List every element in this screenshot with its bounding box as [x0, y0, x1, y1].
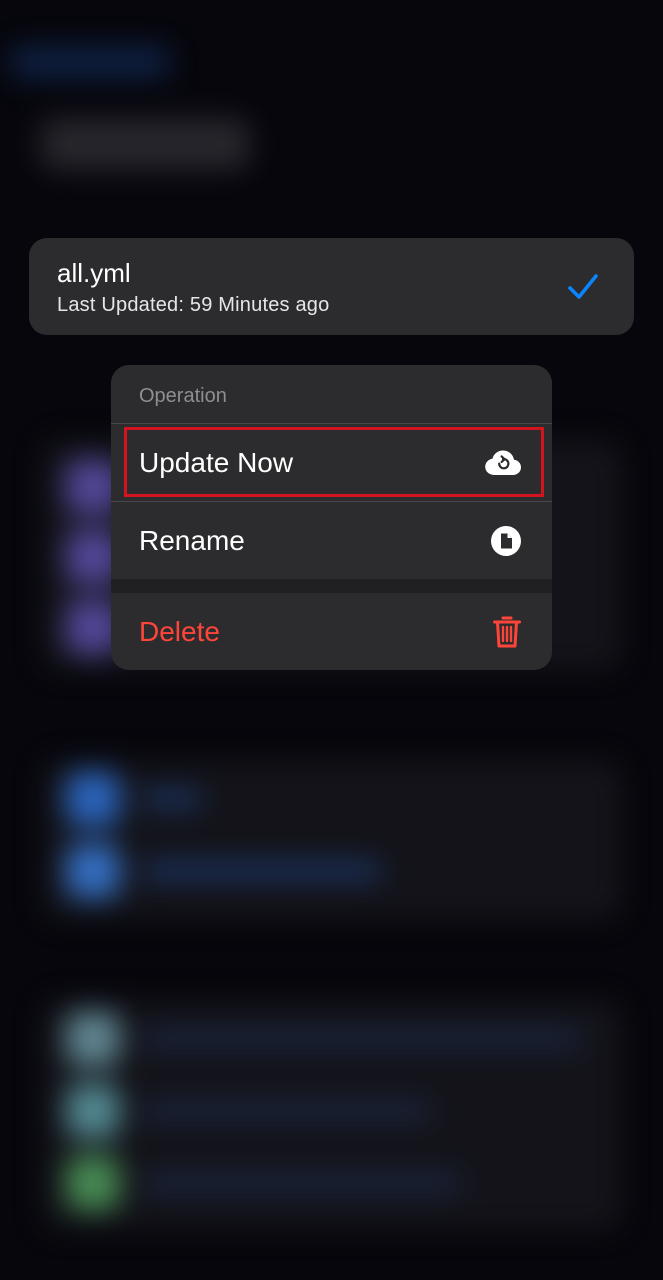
delete-menu-item[interactable]: Delete [111, 593, 552, 670]
config-card-selected[interactable]: all.yml Last Updated: 59 Minutes ago [29, 238, 634, 335]
menu-header: Operation [139, 385, 227, 407]
screen: all.yml Last Updated: 59 Minutes ago Ope… [0, 0, 663, 1280]
blurred-text [142, 1174, 462, 1192]
blurred-text [142, 1030, 582, 1048]
rename-menu-item[interactable]: Rename [111, 502, 552, 579]
blurred-page-title [40, 118, 250, 170]
config-name: all.yml [57, 258, 131, 288]
blurred-icon [66, 1156, 120, 1210]
cloud-refresh-icon [484, 449, 522, 477]
blurred-text [142, 862, 382, 880]
context-menu: Operation Update Now Rename Delete [111, 365, 552, 670]
blurred-icon [66, 1012, 120, 1066]
blurred-text [142, 1102, 432, 1120]
blurred-icon [66, 772, 120, 826]
blurred-text [142, 790, 202, 808]
update-now-menu-item[interactable]: Update Now [111, 424, 552, 501]
blurred-section-3 [42, 1000, 622, 1230]
blurred-icon [66, 844, 120, 898]
blurred-section-2 [42, 760, 622, 920]
blurred-icon [66, 1084, 120, 1138]
menu-section-gap [111, 579, 552, 593]
config-last-updated: Last Updated: 59 Minutes ago [57, 294, 330, 316]
trash-icon [492, 615, 522, 649]
blurred-nav-button [10, 46, 170, 78]
checkmark-icon [568, 274, 598, 299]
document-icon [490, 525, 522, 557]
menu-item-label: Delete [139, 615, 220, 647]
